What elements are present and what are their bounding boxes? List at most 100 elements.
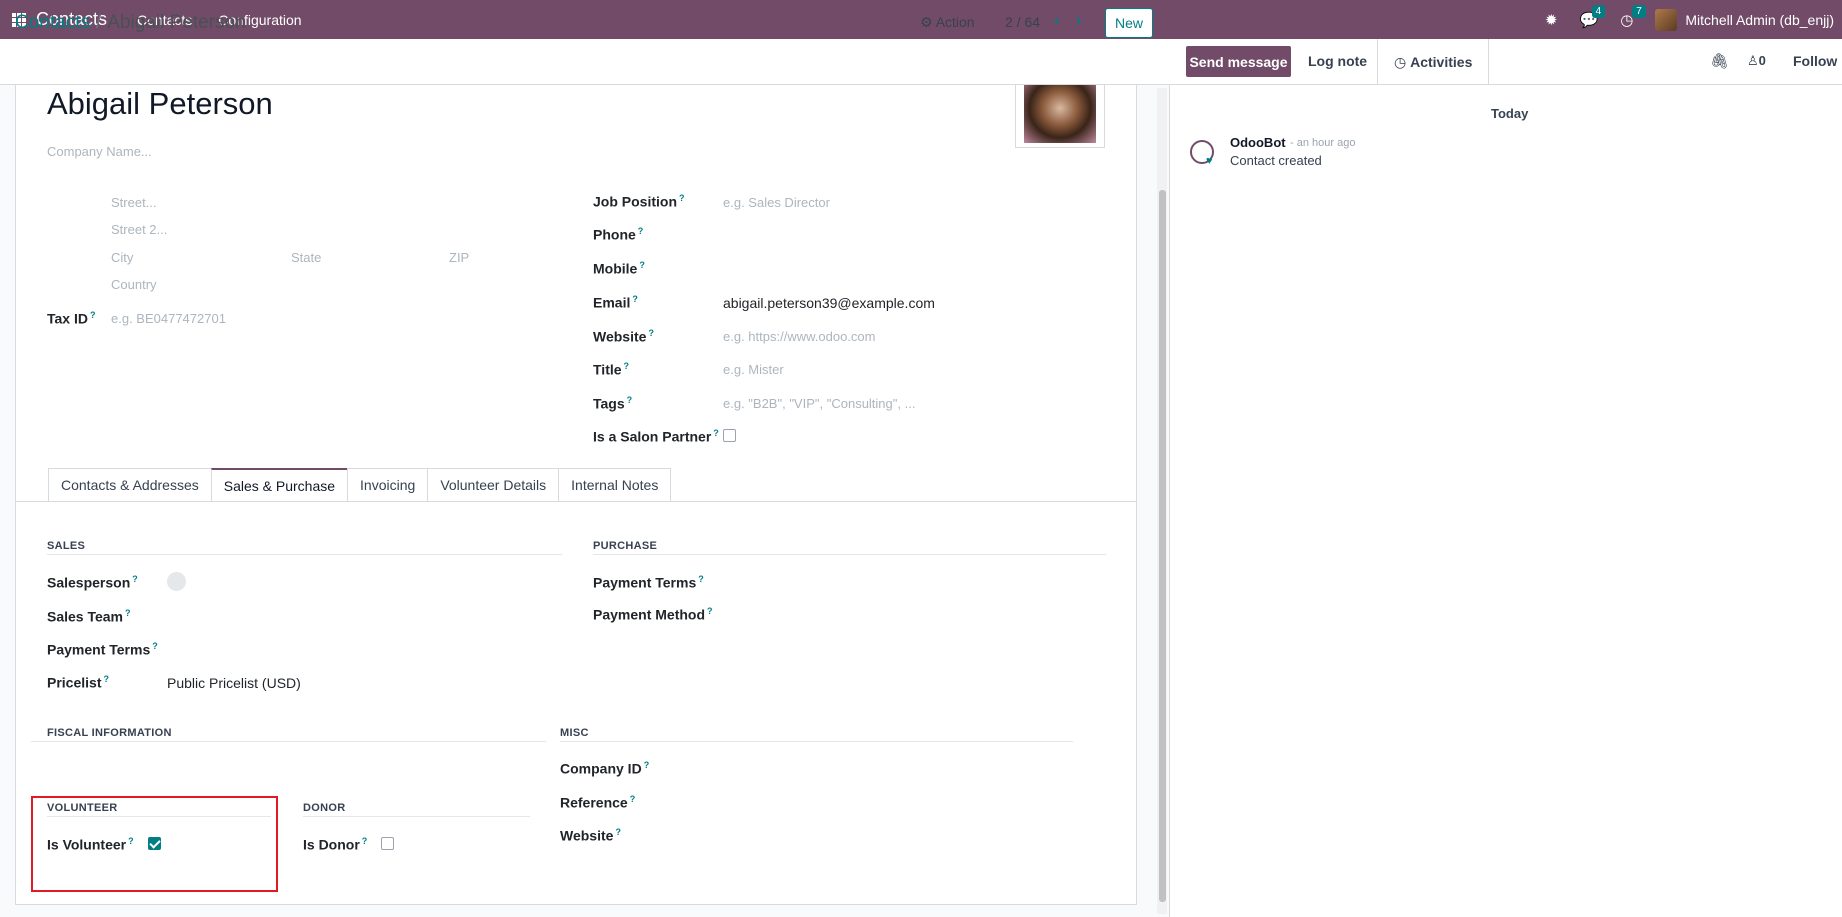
- tab-invoicing[interactable]: Invoicing: [347, 468, 428, 502]
- help-icon[interactable]: ?: [128, 836, 134, 846]
- contact-name[interactable]: Abigail Peterson: [47, 86, 273, 122]
- sales-payment-terms-label: Payment Terms?: [47, 641, 158, 658]
- salon-partner-label-text: Is a Salon Partner: [593, 428, 712, 445]
- tax-id-input[interactable]: e.g. BE0477472701: [111, 311, 226, 326]
- activities-button[interactable]: ◷ Activities: [1377, 39, 1490, 85]
- salon-partner-label: Is a Salon Partner?: [593, 428, 719, 445]
- help-icon[interactable]: ?: [638, 226, 644, 236]
- salesperson-avatar[interactable]: [167, 572, 186, 591]
- email-label-text: Email: [593, 294, 631, 311]
- donor-section-title: DONOR: [303, 802, 346, 814]
- chevron-right-icon[interactable]: ›: [1076, 12, 1081, 30]
- help-icon[interactable]: ?: [624, 361, 630, 371]
- salesperson-label-text: Salesperson: [47, 574, 131, 591]
- reference-label: Reference?: [560, 794, 635, 811]
- is-volunteer-label: Is Volunteer?: [47, 836, 134, 853]
- help-icon[interactable]: ?: [630, 794, 636, 804]
- activities-label: Activities: [1410, 54, 1473, 70]
- help-icon[interactable]: ?: [698, 574, 704, 584]
- help-icon[interactable]: ?: [90, 310, 96, 320]
- company-name-input[interactable]: Company Name...: [47, 144, 152, 159]
- paperclip-icon[interactable]: 🖇: [1710, 52, 1729, 70]
- job-position-input[interactable]: e.g. Sales Director: [723, 195, 830, 210]
- mobile-label: Mobile?: [593, 260, 645, 277]
- pricelist-input[interactable]: Public Pricelist (USD): [167, 675, 301, 691]
- help-icon[interactable]: ?: [132, 574, 138, 584]
- help-icon[interactable]: ?: [632, 294, 638, 304]
- website-label-text: Website: [593, 328, 647, 345]
- help-icon[interactable]: ?: [627, 395, 633, 405]
- action-button[interactable]: ⚙ Action: [920, 14, 975, 31]
- help-icon[interactable]: ?: [679, 193, 685, 203]
- tab-internal-notes[interactable]: Internal Notes: [558, 468, 672, 502]
- misc-website-label: Website?: [560, 827, 621, 844]
- mobile-label-text: Mobile: [593, 260, 638, 277]
- send-message-button[interactable]: Send message: [1186, 46, 1291, 77]
- tags-input[interactable]: e.g. "B2B", "VIP", "Consulting", ...: [723, 396, 915, 411]
- user-avatar[interactable]: [1655, 8, 1678, 31]
- gear-icon: ⚙: [920, 14, 933, 30]
- tax-id-label: Tax ID?: [47, 310, 95, 327]
- help-icon[interactable]: ?: [615, 827, 621, 837]
- zip-input[interactable]: ZIP: [449, 250, 469, 265]
- chatter-panel: [1169, 39, 1842, 917]
- tab-contacts-addresses[interactable]: Contacts & Addresses: [48, 468, 211, 502]
- help-icon[interactable]: ?: [639, 260, 645, 270]
- messages-icon[interactable]: 💬 4: [1580, 4, 1606, 29]
- website-input[interactable]: e.g. https://www.odoo.com: [723, 329, 875, 344]
- breadcrumb: Contacts / Abigail Peterson: [15, 12, 246, 34]
- title-input[interactable]: e.g. Mister: [723, 362, 784, 377]
- chevron-left-icon[interactable]: ‹: [1054, 12, 1059, 30]
- purchase-payment-terms-label: Payment Terms?: [593, 574, 704, 591]
- user-menu[interactable]: Mitchell Admin (db_enjj): [1685, 12, 1834, 28]
- help-icon[interactable]: ?: [152, 641, 158, 651]
- activities-badge: 7: [1632, 4, 1646, 18]
- donor-divider: [303, 816, 530, 817]
- company-id-label-text: Company ID: [560, 760, 642, 777]
- sales-team-label: Sales Team?: [47, 608, 131, 625]
- is-donor-checkbox[interactable]: [381, 837, 394, 850]
- breadcrumb-contacts[interactable]: Contacts: [15, 12, 90, 33]
- help-icon[interactable]: ?: [103, 674, 109, 684]
- salon-partner-checkbox[interactable]: [723, 429, 736, 442]
- help-icon[interactable]: ?: [362, 836, 368, 846]
- city-input[interactable]: City: [111, 250, 133, 265]
- sales-team-label-text: Sales Team: [47, 608, 124, 625]
- is-donor-label-text: Is Donor: [303, 836, 360, 853]
- help-icon[interactable]: ?: [648, 328, 654, 338]
- help-icon[interactable]: ?: [125, 608, 131, 618]
- tab-volunteer-details[interactable]: Volunteer Details: [427, 468, 559, 502]
- follow-button[interactable]: Follow: [1793, 53, 1837, 69]
- reference-label-text: Reference: [560, 794, 628, 811]
- title-label: Title?: [593, 361, 629, 378]
- pager-value[interactable]: 2 / 64: [1005, 14, 1040, 30]
- log-note-button[interactable]: Log note: [1308, 53, 1367, 69]
- street2-input[interactable]: Street 2...: [111, 222, 167, 237]
- bug-icon[interactable]: ✹: [1545, 11, 1558, 29]
- tags-label-text: Tags: [593, 395, 625, 412]
- tab-sales-purchase[interactable]: Sales & Purchase: [210, 468, 348, 502]
- salesperson-label: Salesperson?: [47, 574, 138, 591]
- date-separator: Today: [1491, 106, 1529, 121]
- purchase-divider: [593, 554, 1106, 555]
- tabs-divider: [16, 501, 1137, 502]
- tax-id-label-text: Tax ID: [47, 310, 88, 327]
- help-icon[interactable]: ?: [713, 428, 719, 438]
- state-input[interactable]: State: [291, 250, 321, 265]
- form-scrollbar-thumb[interactable]: [1159, 190, 1166, 902]
- is-volunteer-checkbox[interactable]: [148, 837, 161, 850]
- street-input[interactable]: Street...: [111, 195, 157, 210]
- message-author[interactable]: OdooBot: [1230, 135, 1286, 150]
- country-input[interactable]: Country: [111, 277, 157, 292]
- user-icon: ♙: [1747, 53, 1759, 68]
- help-icon[interactable]: ?: [644, 760, 650, 770]
- help-icon[interactable]: ?: [707, 606, 713, 616]
- contact-photo[interactable]: [1015, 84, 1105, 148]
- email-input[interactable]: abigail.peterson39@example.com: [723, 295, 935, 311]
- clock-icon[interactable]: ◷ 7: [1620, 4, 1646, 29]
- phone-label: Phone?: [593, 226, 643, 243]
- job-position-label-text: Job Position: [593, 193, 677, 210]
- new-button[interactable]: New: [1105, 8, 1153, 38]
- sales-payment-terms-label-text: Payment Terms: [47, 641, 151, 658]
- followers-button[interactable]: ♙0: [1747, 53, 1766, 69]
